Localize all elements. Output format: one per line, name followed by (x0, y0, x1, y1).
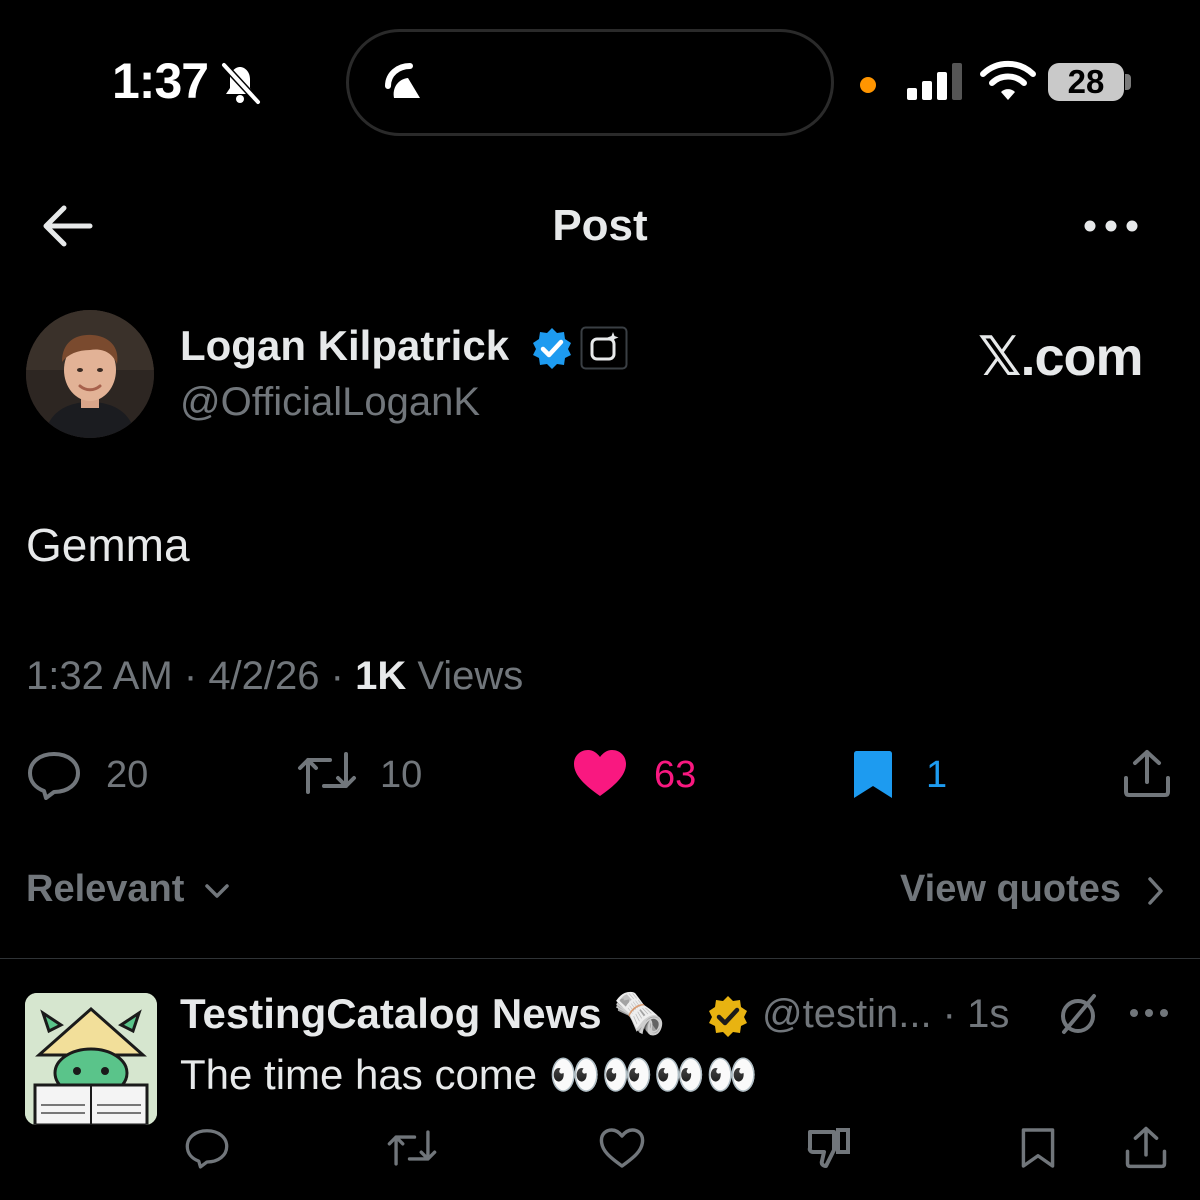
share-icon[interactable] (1122, 748, 1172, 798)
verified-gold-badge-icon (706, 994, 750, 1038)
author-name[interactable]: Logan Kilpatrick (180, 322, 509, 370)
repost-icon[interactable] (296, 748, 358, 798)
reply-count: 20 (106, 754, 149, 796)
subscriber-badge-icon (580, 326, 628, 370)
views-label[interactable]: Views (406, 654, 523, 698)
view-quotes-label: View quotes (900, 868, 1122, 910)
reply-icon[interactable] (26, 750, 82, 800)
ellipsis-icon[interactable] (1082, 216, 1140, 236)
reply-share-icon[interactable] (1124, 1124, 1168, 1170)
like-count: 63 (654, 754, 697, 796)
view-quotes-link[interactable]: View quotes (900, 868, 1121, 911)
reply-more-icon[interactable] (1128, 1006, 1170, 1020)
reply-author-name[interactable]: TestingCatalog News 🗞️ (180, 990, 666, 1039)
reply-handle-time[interactable]: @testin... · 1s (762, 992, 1009, 1037)
bookmark-filled-icon[interactable] (852, 750, 894, 800)
privacy-indicator-dot (860, 77, 876, 93)
page-title: Post (552, 201, 648, 250)
status-time: 1:37 (112, 53, 209, 109)
sort-label: Relevant (26, 868, 185, 910)
author-handle[interactable]: @OfficialLoganK (180, 380, 480, 425)
battery-icon: 28 (1048, 63, 1124, 101)
post-text: Gemma (26, 519, 190, 571)
heart-icon[interactable] (572, 748, 628, 798)
bell-slash-icon (216, 60, 264, 106)
repost-count: 10 (380, 754, 423, 796)
avatar[interactable] (26, 310, 154, 438)
reply-repost-icon[interactable] (386, 1126, 438, 1170)
x-watermark: 𝕏.com (978, 327, 1144, 387)
divider (0, 958, 1200, 959)
thumbs-down-icon[interactable] (806, 1126, 852, 1170)
reply-author-name-text: TestingCatalog News (180, 990, 602, 1037)
reply-like-icon[interactable] (598, 1126, 646, 1170)
reply-avatar[interactable] (25, 993, 157, 1125)
wifi-icon (980, 60, 1036, 102)
reply-bookmark-icon[interactable] (1020, 1126, 1056, 1170)
post-meta: 1:32 AM · 4/2/26 · 1K Views (26, 654, 523, 699)
reply-text: The time has come 👀👀👀👀 (180, 1051, 758, 1098)
battery-nub (1125, 74, 1131, 90)
verified-badge-icon (530, 326, 574, 370)
chevron-down-icon[interactable] (204, 882, 230, 900)
post-date: 4/2/26 (208, 654, 320, 698)
sort-dropdown[interactable]: Relevant (26, 868, 184, 911)
bookmark-count: 1 (926, 754, 948, 796)
grok-icon[interactable] (1056, 992, 1100, 1036)
views-count: 1K (355, 654, 407, 698)
chevron-right-icon[interactable] (1146, 876, 1164, 906)
meta-separator: · (172, 654, 209, 698)
reply-comment-icon[interactable] (184, 1126, 230, 1170)
cellular-signal-icon (905, 62, 967, 100)
newspaper-emoji: 🗞️ (613, 990, 666, 1037)
live-activity-icon (384, 62, 426, 104)
post-time: 1:32 AM (26, 654, 173, 698)
meta-separator: · (319, 654, 356, 698)
